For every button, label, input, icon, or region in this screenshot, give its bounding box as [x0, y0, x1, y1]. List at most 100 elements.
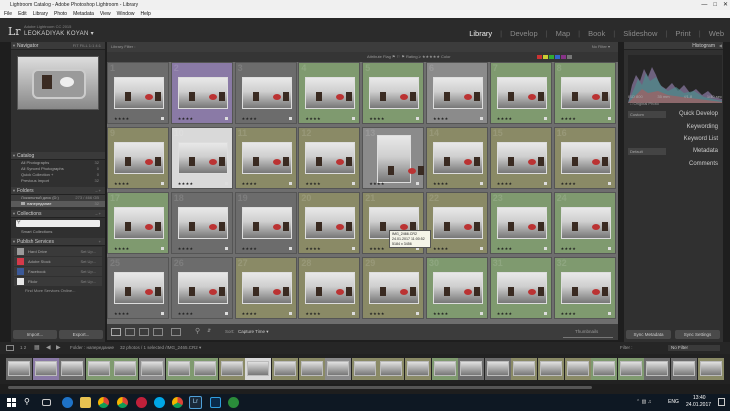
filmstrip-thumbnail[interactable] — [85, 358, 112, 380]
star-rating[interactable]: ★★★★ — [497, 116, 513, 121]
attribute-filter-text[interactable]: Attribute Flag ⚑ ⚐ ⚑ Rating ≥ ★★★★★ Colo… — [367, 52, 451, 62]
grid-cell[interactable]: 17 ★★★★ — [107, 192, 169, 254]
grid-cell[interactable]: 25 ★★★★ — [107, 257, 169, 319]
star-rating[interactable]: ★★★★ — [242, 181, 258, 186]
grid-cell[interactable]: 7 ★★★★ — [489, 62, 552, 124]
flag-icon[interactable] — [607, 312, 611, 315]
chrome-icon[interactable] — [98, 397, 109, 408]
publish-service-row[interactable]: Hard Drive Set Up... — [14, 247, 102, 256]
filmstrip-thumbnail[interactable] — [59, 358, 86, 380]
publish-header[interactable]: ▼ Publish Services + — [11, 238, 105, 246]
menu-view[interactable]: View — [100, 10, 111, 18]
menu-file[interactable]: File — [4, 10, 12, 18]
forward-arrow-icon[interactable]: ▶ — [56, 342, 61, 354]
grid-cell[interactable]: 5 ★★★★ — [362, 62, 425, 124]
star-rating[interactable]: ★★★★ — [561, 311, 577, 316]
search-icon[interactable]: ⚲ — [24, 397, 35, 408]
grid-cell[interactable]: 14 ★★★★ — [426, 127, 488, 189]
filter-preset-select[interactable]: No Filter ▾ — [592, 42, 610, 52]
star-rating[interactable]: ★★★★ — [369, 246, 385, 251]
metadata-header[interactable]: Metadata — [660, 148, 722, 154]
grid-cell[interactable]: 8 ★★★★ — [553, 62, 616, 124]
photo-thumbnail[interactable] — [560, 142, 611, 174]
module-develop[interactable]: Develop — [510, 29, 538, 38]
grid-cell[interactable]: 16 ★★★★ — [553, 127, 616, 189]
photo-thumbnail[interactable] — [433, 77, 483, 109]
star-rating[interactable]: ★★★★ — [305, 181, 321, 186]
flag-icon[interactable] — [607, 182, 611, 185]
loupe-view-icon[interactable] — [125, 328, 135, 336]
star-rating[interactable]: ★★★★ — [497, 246, 513, 251]
module-book[interactable]: Book — [588, 29, 605, 38]
photo-thumbnail[interactable] — [305, 207, 356, 239]
grid-cell[interactable]: 20 ★★★★ — [298, 192, 361, 254]
grid-cell[interactable]: 29 ★★★★ — [362, 257, 425, 319]
star-rating[interactable]: ★★★★ — [497, 181, 513, 186]
flag-icon[interactable] — [543, 247, 547, 250]
filmstrip-thumbnail[interactable] — [192, 358, 219, 380]
photo-thumbnail[interactable] — [433, 207, 483, 239]
grid-icon[interactable]: ▦ — [34, 345, 40, 351]
grid-cell[interactable]: 30 ★★★★ — [426, 257, 488, 319]
color-filter-swatches[interactable] — [537, 55, 572, 59]
flag-icon[interactable] — [416, 182, 420, 185]
filmstrip-filter-select[interactable]: No Filter — [668, 345, 720, 351]
menu-window[interactable]: Window — [117, 10, 135, 18]
photo-thumbnail[interactable] — [496, 77, 547, 109]
star-rating[interactable]: ★★★★ — [114, 181, 130, 186]
photo-thumbnail[interactable] — [305, 142, 356, 174]
file-explorer-icon[interactable] — [80, 397, 91, 408]
filmstrip-thumbnail[interactable] — [325, 358, 352, 380]
flag-icon[interactable] — [543, 117, 547, 120]
filmstrip-thumbnail[interactable] — [272, 358, 298, 380]
collections-header[interactable]: ▼ Collections – + — [11, 210, 105, 218]
smart-collections-row[interactable]: Smart Collections — [11, 229, 105, 235]
navigator-zoom-options[interactable]: FIT FILL 1:1 4:1 — [73, 42, 101, 50]
flag-icon[interactable] — [416, 117, 420, 120]
flag-icon[interactable] — [416, 312, 420, 315]
photoshop-icon[interactable] — [210, 397, 221, 408]
flag-icon[interactable] — [161, 182, 164, 185]
grid-cell[interactable]: 9 ★★★★ — [107, 127, 169, 189]
star-rating[interactable]: ★★★★ — [114, 311, 130, 316]
flag-icon[interactable] — [288, 247, 292, 250]
find-more-services-link[interactable]: Find More Services Online... — [11, 288, 105, 294]
folders-header[interactable]: ▼ Folders – + — [11, 187, 105, 195]
grid-cell[interactable]: 23 ★★★★ — [489, 192, 552, 254]
filmstrip-thumbnail[interactable] — [218, 358, 245, 380]
photo-thumbnail[interactable] — [241, 77, 292, 109]
filmstrip-thumbnail[interactable] — [511, 358, 538, 380]
grid-view-icon[interactable] — [111, 328, 121, 336]
photo-thumbnail[interactable] — [560, 77, 611, 109]
sort-select[interactable]: Capture Time ▾ — [238, 329, 269, 335]
grid-cell[interactable]: 22 ★★★★ — [426, 192, 488, 254]
star-rating[interactable]: ★★★★ — [305, 311, 321, 316]
publish-service-row[interactable]: Flickr Set Up... — [14, 277, 102, 286]
clock-time[interactable]: 13:40 — [693, 395, 706, 401]
secondary-display-icon[interactable] — [6, 345, 14, 351]
filmstrip-thumbnail[interactable] — [112, 358, 139, 380]
flag-icon[interactable] — [480, 117, 483, 120]
flag-icon[interactable] — [288, 312, 292, 315]
photo-thumbnail[interactable] — [560, 207, 611, 239]
star-rating[interactable]: ★★★★ — [497, 311, 513, 316]
star-rating[interactable]: ★★★★ — [561, 116, 577, 121]
module-web[interactable]: Web — [709, 29, 724, 38]
flag-icon[interactable] — [352, 247, 356, 250]
photo-thumbnail[interactable] — [496, 142, 547, 174]
photo-thumbnail[interactable] — [177, 142, 228, 174]
filmstrip-thumbnail[interactable] — [697, 358, 724, 380]
module-slideshow[interactable]: Slideshow — [623, 29, 657, 38]
filmstrip-thumbnail[interactable] — [617, 358, 644, 380]
filmstrip-source-path[interactable]: Folder : напередание — [70, 342, 114, 354]
user-name[interactable]: LEOKADIYAK KOYAN ▾ — [24, 30, 94, 37]
photo-thumbnail[interactable] — [114, 207, 164, 239]
input-language[interactable]: ENG — [668, 399, 679, 405]
star-rating[interactable]: ★★★★ — [433, 311, 449, 316]
module-print[interactable]: Print — [675, 29, 690, 38]
star-rating[interactable]: ★★★★ — [369, 181, 385, 186]
grid-cell[interactable]: 10 ★★★★ — [170, 127, 233, 189]
star-rating[interactable]: ★★★★ — [242, 116, 258, 121]
photo-thumbnail[interactable] — [114, 142, 164, 174]
filmstrip-thumbnail[interactable] — [139, 358, 165, 380]
